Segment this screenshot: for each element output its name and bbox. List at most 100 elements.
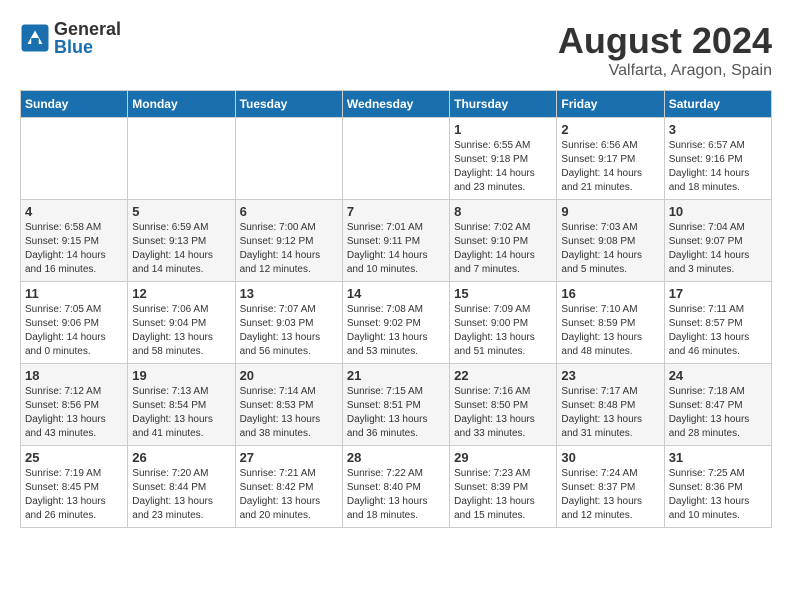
day-cell-3: 3Sunrise: 6:57 AM Sunset: 9:16 PM Daylig… xyxy=(664,118,771,200)
day-cell-17: 17Sunrise: 7:11 AM Sunset: 8:57 PM Dayli… xyxy=(664,282,771,364)
logo: General Blue xyxy=(20,20,121,56)
day-cell-13: 13 Sunrise: 7:07 AM Sunset: 9:03 PM Dayli… xyxy=(235,282,342,364)
day-info: Sunrise: 7:06 AM Sunset: 9:04 PM Dayligh… xyxy=(132,303,230,359)
day-number: 4 xyxy=(25,204,123,219)
day-info: Sunrise: 7:09 AM Sunset: 9:00 PM Dayligh… xyxy=(454,303,552,359)
logo-text: General Blue xyxy=(54,20,121,56)
day-info: Sunrise: 7:11 AM Sunset: 8:57 PM Dayligh… xyxy=(669,303,767,359)
day-info: Sunrise: 7:25 AM Sunset: 8:36 PM Dayligh… xyxy=(669,467,767,523)
day-info: Sunrise: 7:05 AM Sunset: 9:06 PM Dayligh… xyxy=(25,303,123,359)
day-cell-16: 16Sunrise: 7:10 AM Sunset: 8:59 PM Dayli… xyxy=(557,282,664,364)
day-cell-30: 30Sunrise: 7:24 AM Sunset: 8:37 PM Dayli… xyxy=(557,446,664,528)
empty-cell xyxy=(128,118,235,200)
day-info: Sunrise: 7:07 AM Sunset: 9:03 PM Dayligh… xyxy=(240,303,338,359)
empty-cell xyxy=(21,118,128,200)
empty-cell xyxy=(342,118,449,200)
day-info: Sunrise: 6:56 AM Sunset: 9:17 PM Dayligh… xyxy=(561,139,659,195)
col-header-wednesday: Wednesday xyxy=(342,91,449,118)
week-row: 18Sunrise: 7:12 AM Sunset: 8:56 PM Dayli… xyxy=(21,364,772,446)
day-cell-31: 31 Sunrise: 7:25 AM Sunset: 8:36 PM Dayli… xyxy=(664,446,771,528)
day-cell-27: 27 Sunrise: 7:21 AM Sunset: 8:42 PM Dayli… xyxy=(235,446,342,528)
day-number: 24 xyxy=(669,368,767,383)
day-info: Sunrise: 6:57 AM Sunset: 9:16 PM Dayligh… xyxy=(669,139,767,195)
calendar-title: August 2024 xyxy=(558,20,772,62)
day-info: Sunrise: 7:01 AM Sunset: 9:11 PM Dayligh… xyxy=(347,221,445,277)
day-number: 30 xyxy=(561,450,659,465)
page-header: General Blue August 2024 Valfarta, Arago… xyxy=(20,20,772,80)
week-row: 11 Sunrise: 7:05 AM Sunset: 9:06 PM Dayli… xyxy=(21,282,772,364)
col-header-tuesday: Tuesday xyxy=(235,91,342,118)
day-cell-1: 1Sunrise: 6:55 AM Sunset: 9:18 PM Daylig… xyxy=(450,118,557,200)
day-info: Sunrise: 7:22 AM Sunset: 8:40 PM Dayligh… xyxy=(347,467,445,523)
day-number: 23 xyxy=(561,368,659,383)
day-info: Sunrise: 7:04 AM Sunset: 9:07 PM Dayligh… xyxy=(669,221,767,277)
day-cell-5: 5 Sunrise: 6:59 AM Sunset: 9:13 PM Daylig… xyxy=(128,200,235,282)
day-cell-24: 24 Sunrise: 7:18 AM Sunset: 8:47 PM Dayli… xyxy=(664,364,771,446)
day-cell-4: 4 Sunrise: 6:58 AM Sunset: 9:15 PM Daylig… xyxy=(21,200,128,282)
day-info: Sunrise: 7:19 AM Sunset: 8:45 PM Dayligh… xyxy=(25,467,123,523)
day-info: Sunrise: 7:23 AM Sunset: 8:39 PM Dayligh… xyxy=(454,467,552,523)
day-number: 25 xyxy=(25,450,123,465)
day-cell-22: 22 Sunrise: 7:16 AM Sunset: 8:50 PM Dayli… xyxy=(450,364,557,446)
day-number: 21 xyxy=(347,368,445,383)
col-header-friday: Friday xyxy=(557,91,664,118)
day-cell-8: 8 Sunrise: 7:02 AM Sunset: 9:10 PM Daylig… xyxy=(450,200,557,282)
day-cell-29: 29 Sunrise: 7:23 AM Sunset: 8:39 PM Dayli… xyxy=(450,446,557,528)
title-block: August 2024 Valfarta, Aragon, Spain xyxy=(558,20,772,80)
day-cell-11: 11 Sunrise: 7:05 AM Sunset: 9:06 PM Dayli… xyxy=(21,282,128,364)
day-info: Sunrise: 7:13 AM Sunset: 8:54 PM Dayligh… xyxy=(132,385,230,441)
calendar-subtitle: Valfarta, Aragon, Spain xyxy=(558,62,772,80)
day-cell-26: 26 Sunrise: 7:20 AM Sunset: 8:44 PM Dayli… xyxy=(128,446,235,528)
logo-icon xyxy=(20,23,50,53)
day-number: 14 xyxy=(347,286,445,301)
day-info: Sunrise: 7:20 AM Sunset: 8:44 PM Dayligh… xyxy=(132,467,230,523)
day-number: 29 xyxy=(454,450,552,465)
day-number: 8 xyxy=(454,204,552,219)
day-cell-19: 19 Sunrise: 7:13 AM Sunset: 8:54 PM Dayli… xyxy=(128,364,235,446)
day-number: 31 xyxy=(669,450,767,465)
col-header-sunday: Sunday xyxy=(21,91,128,118)
day-cell-7: 7Sunrise: 7:01 AM Sunset: 9:11 PM Daylig… xyxy=(342,200,449,282)
day-cell-25: 25 Sunrise: 7:19 AM Sunset: 8:45 PM Dayli… xyxy=(21,446,128,528)
day-number: 19 xyxy=(132,368,230,383)
day-cell-18: 18Sunrise: 7:12 AM Sunset: 8:56 PM Dayli… xyxy=(21,364,128,446)
day-info: Sunrise: 7:12 AM Sunset: 8:56 PM Dayligh… xyxy=(25,385,123,441)
day-info: Sunrise: 6:59 AM Sunset: 9:13 PM Dayligh… xyxy=(132,221,230,277)
day-number: 28 xyxy=(347,450,445,465)
week-row: 25 Sunrise: 7:19 AM Sunset: 8:45 PM Dayli… xyxy=(21,446,772,528)
day-info: Sunrise: 7:17 AM Sunset: 8:48 PM Dayligh… xyxy=(561,385,659,441)
day-cell-14: 14Sunrise: 7:08 AM Sunset: 9:02 PM Dayli… xyxy=(342,282,449,364)
day-info: Sunrise: 7:02 AM Sunset: 9:10 PM Dayligh… xyxy=(454,221,552,277)
header-row: SundayMondayTuesdayWednesdayThursdayFrid… xyxy=(21,91,772,118)
col-header-saturday: Saturday xyxy=(664,91,771,118)
day-number: 11 xyxy=(25,286,123,301)
day-number: 5 xyxy=(132,204,230,219)
day-number: 13 xyxy=(240,286,338,301)
day-number: 2 xyxy=(561,122,659,137)
day-number: 22 xyxy=(454,368,552,383)
day-number: 16 xyxy=(561,286,659,301)
week-row: 1Sunrise: 6:55 AM Sunset: 9:18 PM Daylig… xyxy=(21,118,772,200)
day-cell-2: 2 Sunrise: 6:56 AM Sunset: 9:17 PM Daylig… xyxy=(557,118,664,200)
day-info: Sunrise: 7:15 AM Sunset: 8:51 PM Dayligh… xyxy=(347,385,445,441)
day-cell-23: 23 Sunrise: 7:17 AM Sunset: 8:48 PM Dayli… xyxy=(557,364,664,446)
empty-cell xyxy=(235,118,342,200)
day-number: 20 xyxy=(240,368,338,383)
day-info: Sunrise: 7:21 AM Sunset: 8:42 PM Dayligh… xyxy=(240,467,338,523)
week-row: 4 Sunrise: 6:58 AM Sunset: 9:15 PM Daylig… xyxy=(21,200,772,282)
day-number: 15 xyxy=(454,286,552,301)
calendar-table: SundayMondayTuesdayWednesdayThursdayFrid… xyxy=(20,90,772,528)
day-number: 9 xyxy=(561,204,659,219)
day-info: Sunrise: 7:03 AM Sunset: 9:08 PM Dayligh… xyxy=(561,221,659,277)
day-cell-28: 28 Sunrise: 7:22 AM Sunset: 8:40 PM Dayli… xyxy=(342,446,449,528)
day-cell-15: 15 Sunrise: 7:09 AM Sunset: 9:00 PM Dayli… xyxy=(450,282,557,364)
day-info: Sunrise: 6:55 AM Sunset: 9:18 PM Dayligh… xyxy=(454,139,552,195)
day-number: 27 xyxy=(240,450,338,465)
day-cell-6: 6 Sunrise: 7:00 AM Sunset: 9:12 PM Daylig… xyxy=(235,200,342,282)
day-info: Sunrise: 7:00 AM Sunset: 9:12 PM Dayligh… xyxy=(240,221,338,277)
day-info: Sunrise: 7:18 AM Sunset: 8:47 PM Dayligh… xyxy=(669,385,767,441)
day-info: Sunrise: 7:16 AM Sunset: 8:50 PM Dayligh… xyxy=(454,385,552,441)
day-info: Sunrise: 6:58 AM Sunset: 9:15 PM Dayligh… xyxy=(25,221,123,277)
day-number: 26 xyxy=(132,450,230,465)
day-number: 6 xyxy=(240,204,338,219)
